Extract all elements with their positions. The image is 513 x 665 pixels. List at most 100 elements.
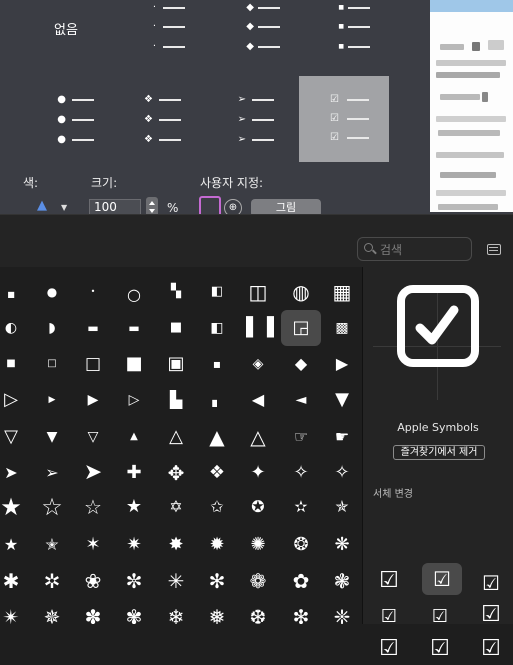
glyph-cell[interactable]: ❅ <box>197 599 237 624</box>
variant-cell[interactable]: ☑ <box>473 599 509 631</box>
glyph-cell[interactable]: ▶ <box>322 346 362 382</box>
glyph-cell[interactable]: ❇ <box>281 599 321 624</box>
glyph-cell[interactable]: ▪ <box>197 346 237 382</box>
glyph-cell[interactable]: ✵ <box>32 599 72 624</box>
glyph-cell[interactable]: △ <box>156 419 196 455</box>
variant-cell-selected[interactable]: ☑ <box>422 563 462 595</box>
glyph-cell[interactable]: ✽ <box>73 599 113 624</box>
glyph-cell[interactable]: • <box>73 274 113 310</box>
glyph-cell[interactable]: □ <box>73 346 113 382</box>
search-field[interactable]: 검색 <box>357 237 472 261</box>
glyph-cell[interactable]: ✧ <box>322 455 362 491</box>
glyph-cell[interactable]: ✷ <box>114 527 154 563</box>
glyph-cell[interactable]: ✿ <box>281 563 321 599</box>
glyph-cell[interactable]: ■ <box>0 346 31 382</box>
variant-cell[interactable]: ☑ <box>371 633 407 665</box>
glyph-cell[interactable]: ▬ <box>73 310 113 346</box>
variant-cell[interactable]: ☑ <box>422 601 458 633</box>
glyph-cell[interactable]: ▶ <box>32 382 72 418</box>
glyph-cell[interactable]: ➤ <box>0 455 31 491</box>
bullet-preset-none[interactable]: 없음 <box>26 1 116 53</box>
glyph-cell[interactable]: ✼ <box>114 563 154 599</box>
glyph-cell[interactable]: ▽ <box>0 419 31 455</box>
glyph-cell[interactable]: ✹ <box>197 527 237 563</box>
variant-cell[interactable]: ☑ <box>371 601 407 633</box>
glyph-cell[interactable]: ◧ <box>197 310 237 346</box>
glyph-cell[interactable]: ❋ <box>322 527 362 563</box>
variant-cell[interactable]: ☑ <box>473 633 509 665</box>
glyph-cell[interactable]: ★ <box>0 489 31 525</box>
glyph-cell[interactable]: ✳ <box>156 563 196 599</box>
glyph-cell[interactable]: ▷ <box>114 382 154 418</box>
glyph-cell[interactable]: ▽ <box>73 419 113 455</box>
glyph-cell[interactable]: ◀ <box>238 382 278 418</box>
glyph-cell[interactable]: ❀ <box>73 563 113 599</box>
glyph-cell[interactable]: ▲ <box>197 419 237 455</box>
variant-cell[interactable]: ☑ <box>422 633 458 665</box>
glyph-cell[interactable]: ☆ <box>32 489 72 525</box>
custom-glyph-icon[interactable]: ⊕ <box>224 199 242 214</box>
chevron-down-icon[interactable]: ▼ <box>61 203 67 212</box>
bullet-preset-four-diamonds[interactable]: ❖ ❖ ❖ <box>137 95 227 147</box>
glyph-cell[interactable]: ✫ <box>281 489 321 525</box>
glyph-cell[interactable]: ✻ <box>197 563 237 599</box>
glyph-cell[interactable]: ❆ <box>238 599 278 624</box>
glyph-cell[interactable]: ☆ <box>73 489 113 525</box>
glyph-cell[interactable]: ✡ <box>156 489 196 525</box>
glyph-cell[interactable]: ▷ <box>0 382 31 418</box>
bullet-preset-checkbox[interactable]: ☑ ☑ ☑ <box>299 76 389 162</box>
glyph-cell[interactable]: ✥ <box>156 455 196 491</box>
bullet-preset-small-dot[interactable]: · · · <box>140 1 230 53</box>
glyph-cell[interactable]: ❖ <box>197 455 237 491</box>
remove-favorite-button[interactable]: 즐겨찾기에서 제거 <box>393 445 485 460</box>
bullet-preset-diamond[interactable]: ◆ ◆ ◆ <box>238 1 328 53</box>
glyph-cell[interactable]: ■ <box>114 346 154 382</box>
variant-cell[interactable]: ☑ <box>371 565 407 597</box>
glyph-cell[interactable]: ✺ <box>238 527 278 563</box>
bullet-preset-small-square[interactable]: ■ ■ ■ <box>328 1 408 53</box>
glyph-cell[interactable]: ❄ <box>156 599 196 624</box>
size-input[interactable]: 100 <box>89 199 141 214</box>
glyph-cell[interactable]: ▩ <box>322 310 362 346</box>
glyph-cell[interactable]: ■ <box>156 310 196 346</box>
variant-cell[interactable]: ☑ <box>473 567 509 599</box>
glyph-cell[interactable]: ✭ <box>32 527 72 563</box>
glyph-cell[interactable]: ▼ <box>32 419 72 455</box>
glyph-cell[interactable]: ❃ <box>322 563 362 599</box>
glyph-cell[interactable]: ◆ <box>281 346 321 382</box>
glyph-cell[interactable]: ◐ <box>0 310 31 346</box>
glyph-cell[interactable]: ◍ <box>281 274 321 310</box>
glyph-cell[interactable]: ◗ <box>32 310 72 346</box>
glyph-cell[interactable]: ✦ <box>238 455 278 491</box>
glyph-cell[interactable]: ▖ <box>197 382 237 418</box>
bullet-preset-filled-circle[interactable]: ● ● ● <box>50 95 140 147</box>
glyph-cell[interactable]: ◧ <box>197 274 237 310</box>
glyph-cell[interactable]: ✧ <box>281 455 321 491</box>
glyph-cell[interactable]: ☛ <box>322 419 362 455</box>
glyph-cell[interactable]: ✩ <box>197 489 237 525</box>
glyph-cell[interactable]: ▣ <box>156 346 196 382</box>
glyph-cell[interactable]: ✾ <box>114 599 154 624</box>
glyph-cell[interactable]: ▼ <box>322 382 362 418</box>
glyph-cell[interactable]: ★ <box>0 527 31 563</box>
glyph-cell[interactable]: ■ <box>0 277 31 313</box>
glyph-cell[interactable]: ❂ <box>281 527 321 563</box>
glyph-cell[interactable]: ◄ <box>281 382 321 418</box>
glyph-cell[interactable]: ❈ <box>322 599 362 624</box>
glyph-cell[interactable]: ✪ <box>238 489 278 525</box>
glyph-cell[interactable]: ▙ <box>156 382 196 418</box>
grid-view-icon[interactable] <box>487 244 501 255</box>
glyph-cell[interactable]: ✴ <box>0 599 31 624</box>
glyph-cell[interactable]: ✸ <box>156 527 196 563</box>
glyph-cell[interactable]: ☞ <box>281 419 321 455</box>
glyph-cell-selected[interactable]: ◲ <box>281 310 321 346</box>
glyph-cell[interactable]: ➤ <box>73 455 113 491</box>
glyph-cell[interactable]: △ <box>238 419 278 455</box>
glyph-cell[interactable]: ◫ <box>238 274 278 310</box>
glyph-cell[interactable]: ▶ <box>73 382 113 418</box>
color-picker-icon[interactable]: ▲ <box>37 198 47 213</box>
glyph-cell[interactable]: ✶ <box>73 527 113 563</box>
glyph-cell[interactable]: ● <box>32 274 72 310</box>
glyph-cell[interactable]: □ <box>32 346 72 382</box>
glyph-cell[interactable]: ❁ <box>238 563 278 599</box>
